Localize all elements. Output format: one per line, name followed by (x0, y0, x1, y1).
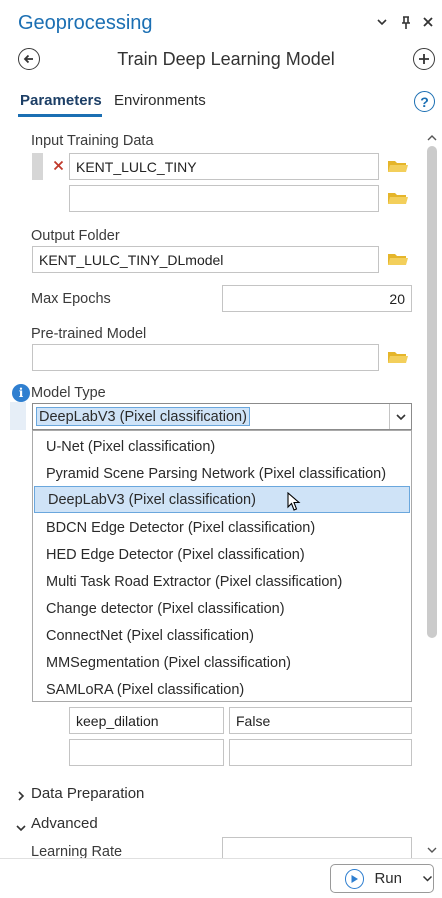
info-icon[interactable]: i (12, 384, 30, 402)
model-type-selected-value: DeepLabV3 (Pixel classification) (36, 407, 250, 426)
model-type-select[interactable]: DeepLabV3 (Pixel classification) (32, 403, 412, 430)
browse-folder-icon[interactable] (387, 349, 409, 370)
run-options-chevron-icon[interactable] (422, 870, 433, 887)
chevron-right-icon[interactable] (16, 789, 26, 807)
chevron-down-icon[interactable] (15, 820, 27, 838)
model-option-mmsegmentation[interactable]: MMSegmentation (Pixel classification) (33, 649, 411, 676)
learning-rate-label: Learning Rate (31, 844, 123, 858)
chevron-down-icon[interactable] (389, 404, 412, 429)
plus-icon (419, 54, 429, 64)
tab-parameters[interactable]: Parameters (20, 92, 102, 109)
back-button[interactable] (18, 48, 40, 70)
mouse-cursor-icon (287, 491, 301, 517)
add-button[interactable] (413, 48, 435, 70)
model-type-dropdown-list: U-Net (Pixel classification) Pyramid Sce… (32, 430, 412, 702)
model-option-connectnet[interactable]: ConnectNet (Pixel classification) (33, 622, 411, 649)
pretrained-model-field[interactable] (32, 344, 379, 371)
browse-folder-icon[interactable] (387, 190, 409, 211)
model-option-deeplabv3[interactable]: DeepLabV3 (Pixel classification) (34, 486, 410, 513)
model-arg-name-field[interactable]: keep_dilation (69, 707, 224, 734)
model-option-samlora[interactable]: SAMLoRA (Pixel classification) (33, 676, 411, 703)
model-option-multitask-road[interactable]: Multi Task Road Extractor (Pixel classif… (33, 568, 411, 595)
tab-environments[interactable]: Environments (114, 92, 206, 109)
help-icon[interactable]: ? (414, 91, 435, 112)
info-highlight-strip (10, 402, 26, 430)
model-option-change-detector[interactable]: Change detector (Pixel classification) (33, 595, 411, 622)
max-epochs-field[interactable]: 20 (222, 285, 412, 312)
model-arg-value-field[interactable]: False (229, 707, 412, 734)
run-button-label: Run (374, 870, 402, 887)
section-data-preparation[interactable]: Data Preparation (31, 785, 144, 802)
active-tab-indicator (18, 114, 102, 117)
section-advanced[interactable]: Advanced (31, 815, 98, 832)
browse-folder-icon[interactable] (387, 251, 409, 272)
learning-rate-field[interactable] (222, 837, 412, 858)
play-icon (345, 868, 365, 889)
model-type-label: Model Type (31, 385, 106, 401)
close-icon[interactable] (420, 16, 436, 31)
arrow-left-icon (23, 54, 33, 64)
scrollbar-thumb[interactable] (427, 146, 437, 638)
row-drag-handle[interactable] (32, 153, 43, 180)
input-training-data-field[interactable]: KENT_LULC_TINY (69, 153, 379, 180)
remove-row-x-icon[interactable] (53, 158, 64, 176)
browse-folder-icon[interactable] (387, 158, 409, 179)
model-option-unet[interactable]: U-Net (Pixel classification) (33, 433, 411, 460)
output-folder-field[interactable]: KENT_LULC_TINY_DLmodel (32, 246, 379, 273)
input-training-data-label: Input Training Data (31, 133, 154, 149)
pretrained-model-label: Pre-trained Model (31, 326, 147, 342)
run-button[interactable]: Run (330, 864, 434, 893)
model-option-pspnet[interactable]: Pyramid Scene Parsing Network (Pixel cla… (33, 460, 411, 487)
panel-options-chevron-icon[interactable] (374, 16, 390, 31)
tool-title: Train Deep Learning Model (117, 49, 335, 69)
model-option-hed[interactable]: HED Edge Detector (Pixel classification) (33, 541, 411, 568)
pin-icon[interactable] (398, 16, 414, 33)
model-arg-name-field-empty[interactable] (69, 739, 224, 766)
model-option-bdcn[interactable]: BDCN Edge Detector (Pixel classification… (33, 514, 411, 541)
input-training-data-field-empty[interactable] (69, 185, 379, 212)
max-epochs-label: Max Epochs (31, 291, 111, 307)
panel-title: Geoprocessing (18, 12, 153, 34)
model-arg-value-field-empty[interactable] (229, 739, 412, 766)
output-folder-label: Output Folder (31, 228, 120, 244)
